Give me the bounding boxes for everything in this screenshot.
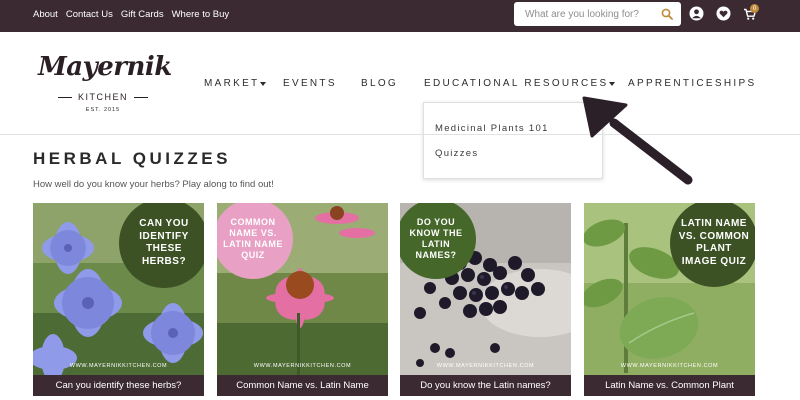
quiz-badge: LATIN NAME VS. COMMON PLANT IMAGE QUIZ — [670, 203, 755, 287]
top-links: About Contact Us Gift Cards Where to Buy — [33, 0, 229, 28]
logo-subtitle: KITCHEN — [38, 92, 168, 102]
search-icon[interactable] — [660, 8, 673, 21]
logo-kitchen-text: KITCHEN — [77, 92, 128, 102]
quiz-card-identify-herbs[interactable]: CAN YOU IDENTIFY THESE HERBS? WWW.MAYERN… — [33, 203, 204, 396]
search-box — [514, 2, 681, 26]
nav-item-label: EDUCATIONAL RESOURCES — [424, 78, 609, 89]
dropdown-item-quizzes[interactable]: Quizzes — [435, 148, 478, 159]
cart-count-badge: 0 — [750, 4, 759, 13]
nav-item-educational-resources[interactable]: EDUCATIONAL RESOURCES — [424, 78, 616, 89]
logo-divider — [134, 96, 148, 98]
site-watermark: WWW.MAYERNIKKITCHEN.COM — [620, 363, 719, 369]
site-watermark: WWW.MAYERNIKKITCHEN.COM — [436, 363, 535, 369]
top-bar: About Contact Us Gift Cards Where to Buy… — [0, 0, 800, 32]
logo-est-text: EST. 2015 — [85, 107, 121, 113]
quiz-caption[interactable]: Can you identify these herbs? — [33, 375, 204, 396]
nav-item-label: BLOG — [361, 78, 398, 89]
account-icon[interactable] — [689, 6, 704, 21]
chevron-down-icon — [609, 81, 616, 86]
nav-item-label: APPRENTICESHIPS — [628, 78, 757, 89]
site-watermark: WWW.MAYERNIKKITCHEN.COM — [69, 363, 168, 369]
chevron-down-icon — [260, 81, 267, 86]
search-input[interactable] — [525, 8, 660, 20]
nav-item-apprenticeships[interactable]: APPRENTICESHIPS — [628, 78, 756, 89]
educational-resources-dropdown: Medicinal Plants 101 Quizzes — [423, 102, 603, 179]
logo-wordmark: Mayernik — [38, 52, 172, 82]
site-logo[interactable]: Mayernik KITCHEN EST. 2015 — [38, 52, 172, 120]
where-to-buy-link[interactable]: Where to Buy — [172, 9, 230, 20]
quiz-badge: CAN YOU IDENTIFY THESE HERBS? — [119, 203, 204, 288]
contact-us-link[interactable]: Contact Us — [66, 9, 113, 20]
nav-item-market[interactable]: MARKET — [204, 78, 267, 89]
site-watermark: WWW.MAYERNIKKITCHEN.COM — [253, 363, 352, 369]
nav-item-label: EVENTS — [283, 78, 337, 89]
page-title: HERBAL QUIZZES — [33, 149, 231, 168]
logo-divider — [57, 96, 72, 98]
nav-item-blog[interactable]: BLOG — [361, 78, 398, 89]
dropdown-item-medicinal-plants[interactable]: Medicinal Plants 101 — [435, 123, 549, 134]
quiz-caption[interactable]: Do you know the Latin names? — [400, 375, 571, 396]
annotation-arrow-icon — [582, 96, 693, 185]
quiz-caption[interactable]: Latin Name vs. Common Plant — [584, 375, 755, 396]
nav-item-events[interactable]: EVENTS — [283, 78, 337, 89]
quiz-card-latin-names[interactable]: DO YOU KNOW THE LATIN NAMES? WWW.MAYERNI… — [400, 203, 571, 396]
quiz-card-common-vs-latin[interactable]: COMMON NAME VS. LATIN NAME QUIZ WWW.MAYE… — [217, 203, 388, 396]
quiz-card-latin-vs-common-image[interactable]: LATIN NAME VS. COMMON PLANT IMAGE QUIZ W… — [584, 203, 755, 396]
about-link[interactable]: About — [33, 9, 58, 20]
gift-cards-link[interactable]: Gift Cards — [121, 9, 164, 20]
page-intro: How well do you know your herbs? Play al… — [33, 179, 274, 190]
heart-icon[interactable] — [716, 6, 731, 21]
nav-item-label: MARKET — [204, 78, 260, 89]
quiz-caption[interactable]: Common Name vs. Latin Name — [217, 375, 388, 396]
